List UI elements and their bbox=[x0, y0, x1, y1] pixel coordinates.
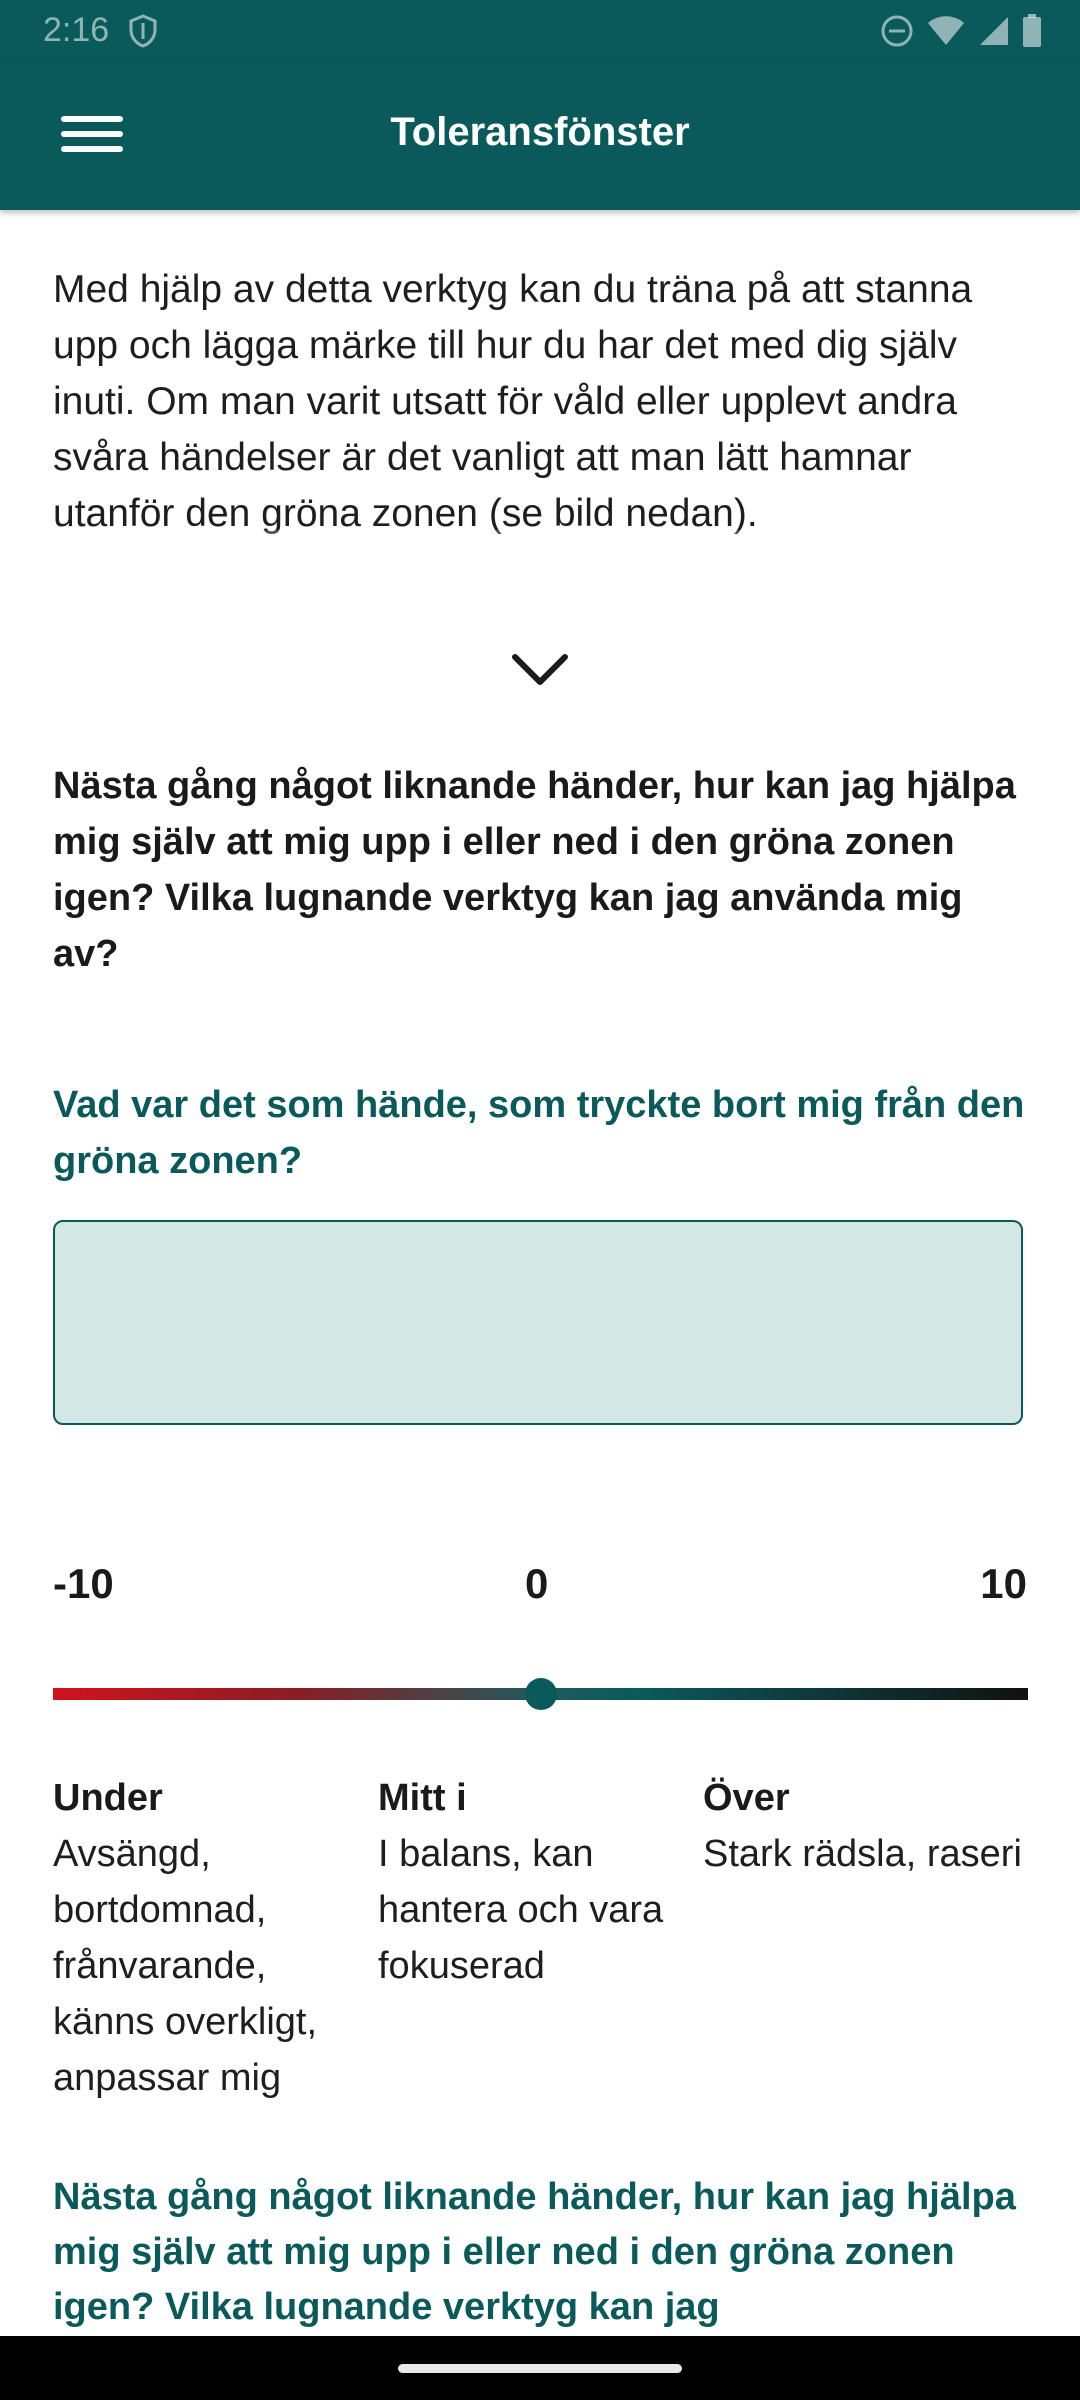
shield-icon bbox=[128, 14, 158, 53]
expand-intro-button[interactable] bbox=[0, 652, 1080, 712]
scale-mid-label: 0 bbox=[525, 1560, 549, 1607]
zone-title: Mitt i bbox=[378, 1777, 467, 1819]
incident-input[interactable] bbox=[53, 1220, 1023, 1425]
coping-question-heading: Nästa gång något liknande händer, hur ka… bbox=[53, 765, 1016, 975]
zone-text: Avsängd, bortdomnad, frånvarande, känns … bbox=[53, 1833, 318, 2099]
page-title: Toleransfönster bbox=[390, 110, 690, 154]
status-time: 2:16 bbox=[43, 11, 110, 49]
zone-middle: Mitt i I balans, kan hantera och vara fo… bbox=[378, 1770, 703, 2106]
system-nav-bar bbox=[0, 2336, 1080, 2400]
battery-icon bbox=[1022, 14, 1042, 53]
dnd-icon bbox=[880, 14, 914, 53]
slider-thumb[interactable] bbox=[524, 1678, 557, 1710]
intro-fade bbox=[53, 530, 1028, 596]
wifi-icon bbox=[926, 15, 966, 52]
app-bar: Toleransfönster bbox=[0, 62, 1080, 210]
tolerance-slider[interactable] bbox=[53, 1670, 1028, 1718]
intro-section: Med hjälp av detta verktyg kan du träna … bbox=[53, 262, 1028, 596]
zone-under: Under Avsängd, bortdomnad, frånvarande, … bbox=[53, 1770, 378, 2106]
intro-text: Med hjälp av detta verktyg kan du träna … bbox=[53, 268, 973, 535]
zone-text: Stark rädsla, raseri bbox=[703, 1833, 1022, 1875]
signal-icon bbox=[978, 15, 1010, 52]
zone-title: Över bbox=[703, 1777, 790, 1819]
zone-over: Över Stark rädsla, raseri bbox=[703, 1770, 1028, 2106]
zone-title: Under bbox=[53, 1777, 163, 1819]
zone-text: I balans, kan hantera och vara fokuserad bbox=[378, 1833, 664, 1987]
scale-min-label: -10 bbox=[53, 1560, 114, 1607]
status-icons bbox=[880, 14, 1042, 53]
incident-field-label: Vad var det som hände, som tryckte bort … bbox=[53, 1084, 1025, 1182]
chevron-down-icon bbox=[511, 652, 569, 712]
status-bar: 2:16 bbox=[0, 0, 1080, 62]
scale-max-label: 10 bbox=[980, 1560, 1027, 1607]
zone-descriptions: Under Avsängd, bortdomnad, frånvarande, … bbox=[53, 1770, 1028, 2106]
next-field-label: Nästa gång något liknande händer, hur ka… bbox=[53, 2176, 1016, 2328]
home-indicator[interactable] bbox=[398, 2364, 682, 2373]
intro-text-container: Med hjälp av detta verktyg kan du träna … bbox=[53, 262, 1028, 596]
